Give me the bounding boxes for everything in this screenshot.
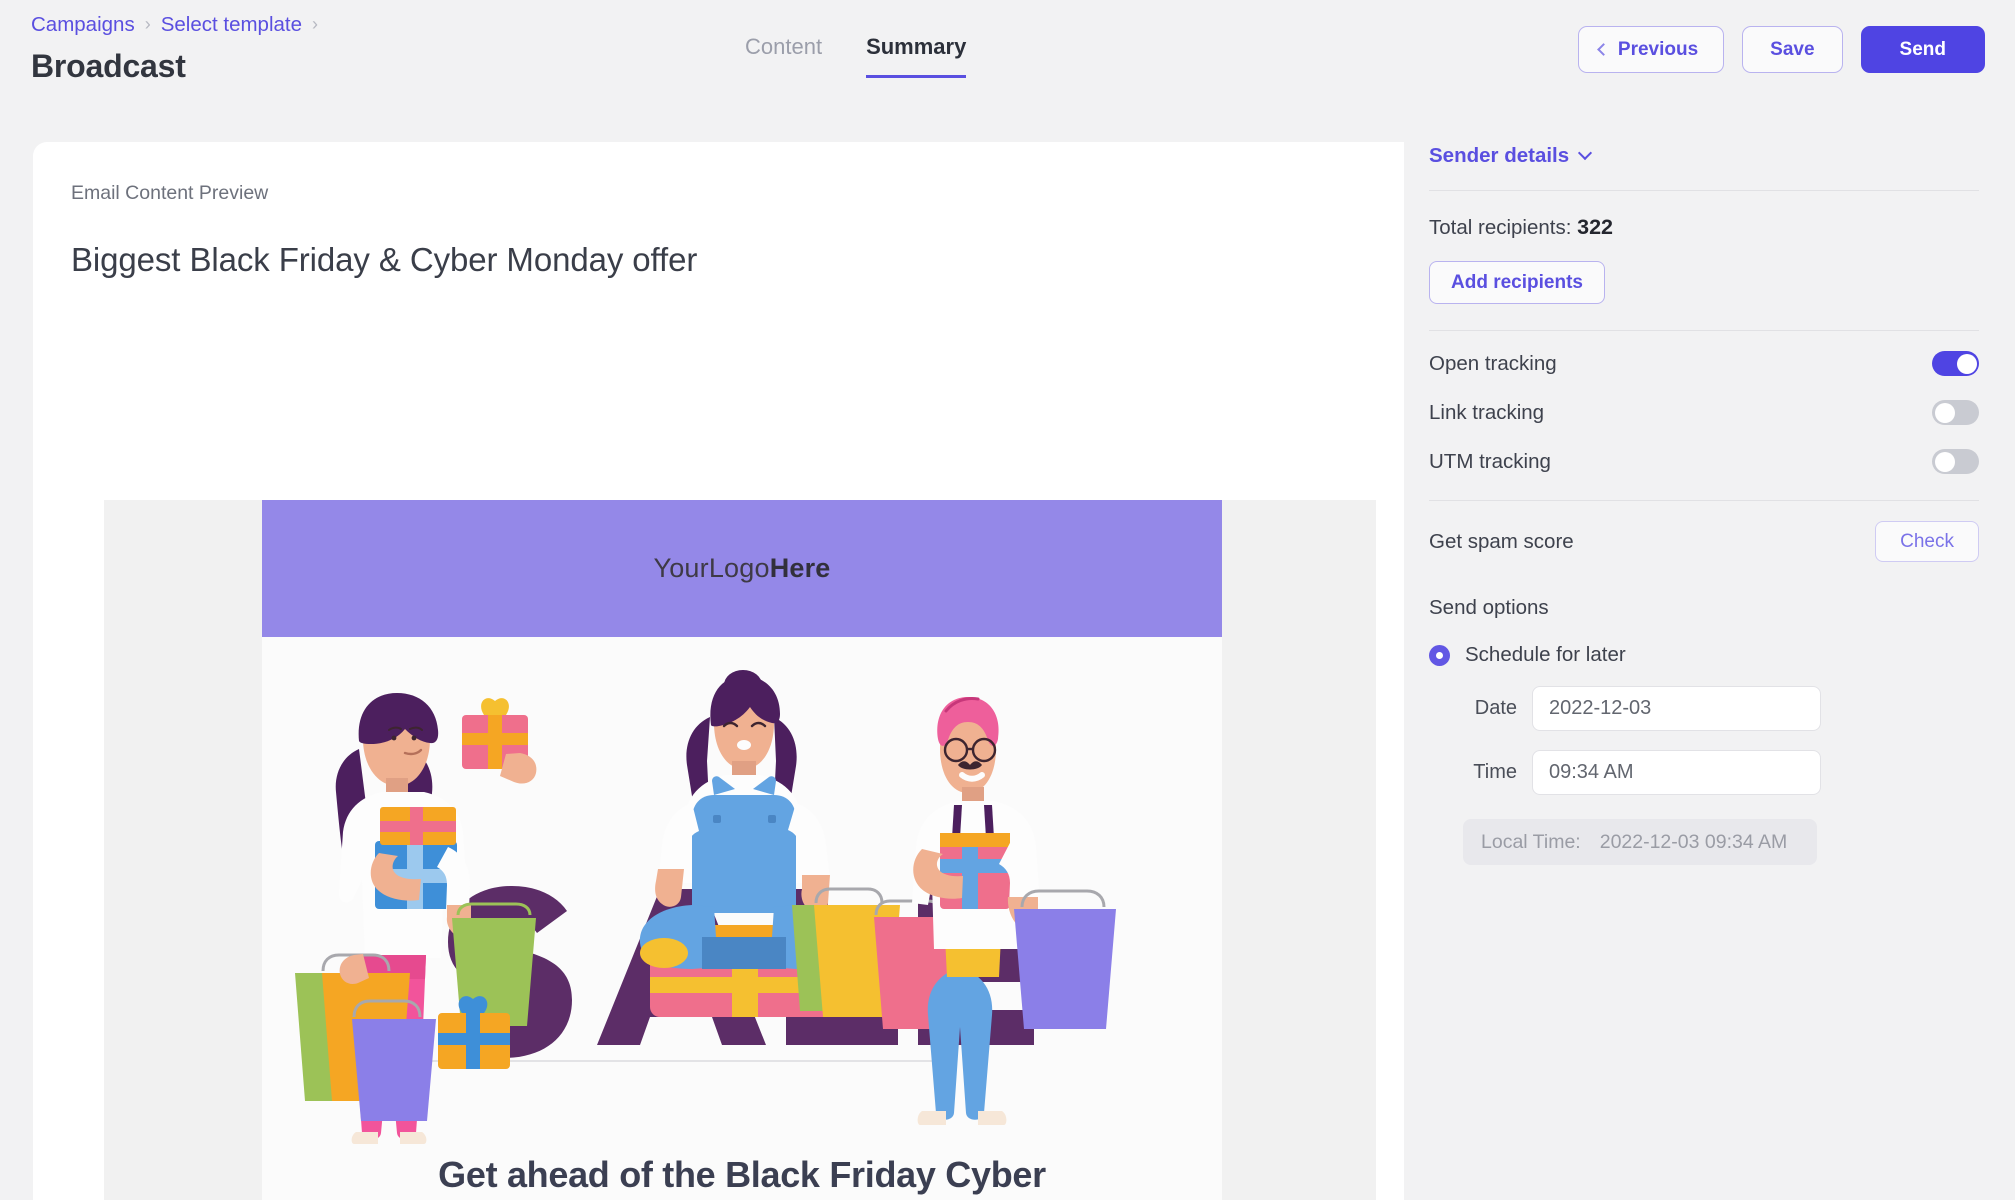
email-preview-stage: YourLogoHere Get ahead of the Black Frid… <box>104 500 1376 1200</box>
check-spam-button[interactable]: Check <box>1875 521 1979 562</box>
breadcrumb-item-campaigns[interactable]: Campaigns <box>31 10 135 40</box>
total-recipients-label: Total recipients: <box>1429 216 1572 239</box>
link-tracking-label: Link tracking <box>1429 400 1545 424</box>
send-button-label: Send <box>1899 38 1946 60</box>
breadcrumb-item-select-template[interactable]: Select template <box>161 10 302 40</box>
schedule-for-later-label: Schedule for later <box>1465 643 1626 666</box>
email-subject: Biggest Black Friday & Cyber Monday offe… <box>71 241 698 278</box>
tab-summary[interactable]: Summary <box>866 32 967 78</box>
logo-suffix: Here <box>769 553 831 583</box>
link-tracking-row: Link tracking <box>1429 388 1979 437</box>
chevron-right-icon: › <box>144 14 151 34</box>
total-recipients: Total recipients: 322 <box>1429 215 1979 240</box>
date-input[interactable] <box>1532 686 1821 731</box>
sale-shoppers-illustration <box>262 637 1222 1147</box>
date-label: Date <box>1474 697 1517 719</box>
previous-button[interactable]: Previous <box>1577 26 1725 73</box>
hero-illustration <box>262 637 1222 1147</box>
logo-text: YourLogoHere <box>653 553 830 584</box>
email-body: YourLogoHere Get ahead of the Black Frid… <box>262 500 1222 1200</box>
open-tracking-label: Open tracking <box>1429 351 1557 375</box>
time-input[interactable] <box>1532 750 1821 795</box>
tracking-options: Open tracking Link tracking UTM tracking <box>1429 339 1979 486</box>
previous-button-label: Previous <box>1617 38 1699 60</box>
switch-knob <box>1934 402 1955 423</box>
spam-score-label: Get spam score <box>1429 529 1574 553</box>
header-actions: Previous Save Send <box>1577 26 1985 73</box>
save-button-label: Save <box>1770 38 1815 60</box>
tab-bar: Content Summary <box>745 32 967 78</box>
chevron-down-icon <box>1578 145 1593 161</box>
time-label: Time <box>1473 761 1517 783</box>
breadcrumb-block: Campaigns › Select template › Broadcast <box>31 10 318 88</box>
divider <box>1429 190 1979 191</box>
breadcrumb: Campaigns › Select template › <box>31 10 318 40</box>
summary-sidebar: Sender details Total recipients: 322 Add… <box>1404 118 2015 1200</box>
link-tracking-switch[interactable] <box>1932 400 1979 425</box>
send-options-title: Send options <box>1429 596 1549 619</box>
local-time-label: Local Time: <box>1481 830 1581 853</box>
radio-selected-icon <box>1429 644 1450 666</box>
utm-tracking-label: UTM tracking <box>1429 449 1551 473</box>
date-field-row: Date <box>1429 686 1979 731</box>
add-recipients-button[interactable]: Add recipients <box>1429 261 1605 304</box>
tab-content[interactable]: Content <box>745 32 822 78</box>
email-preview-card: Email Content Preview Biggest Black Frid… <box>33 142 1404 1200</box>
open-tracking-row: Open tracking <box>1429 339 1979 388</box>
time-field-row: Time <box>1429 750 1979 795</box>
utm-tracking-switch[interactable] <box>1932 449 1979 474</box>
save-button[interactable]: Save <box>1742 26 1843 73</box>
local-time-display: Local Time: 2022-12-03 09:34 AM <box>1463 819 1817 865</box>
card-header: Email Content Preview Biggest Black Frid… <box>33 142 1404 283</box>
logo-prefix: YourLogo <box>653 553 770 583</box>
preview-label: Email Content Preview <box>71 182 269 204</box>
divider <box>1429 330 1979 331</box>
content-wrapper: Email Content Preview Biggest Black Frid… <box>0 118 2015 1200</box>
sender-details-label: Sender details <box>1429 144 1570 167</box>
switch-knob <box>1956 353 1977 374</box>
local-time-value: 2022-12-03 09:34 AM <box>1599 830 1788 853</box>
sender-details-toggle[interactable]: Sender details <box>1429 144 1593 168</box>
utm-tracking-row: UTM tracking <box>1429 437 1979 486</box>
divider <box>1429 500 1979 501</box>
page-title: Broadcast <box>31 48 186 84</box>
switch-knob <box>1934 451 1955 472</box>
promo-heading: Get ahead of the Black Friday Cyber <box>438 1154 1046 1195</box>
spam-score-row: Get spam score Check <box>1429 521 1979 562</box>
email-logo-banner: YourLogoHere <box>262 500 1222 637</box>
total-recipients-value: 322 <box>1577 215 1614 239</box>
top-bar: Campaigns › Select template › Broadcast … <box>0 0 2015 118</box>
open-tracking-switch[interactable] <box>1932 351 1979 376</box>
send-button[interactable]: Send <box>1860 26 1985 73</box>
schedule-for-later-option[interactable]: Schedule for later <box>1429 643 1626 667</box>
chevron-left-icon <box>1597 43 1610 56</box>
chevron-right-icon: › <box>312 14 319 34</box>
